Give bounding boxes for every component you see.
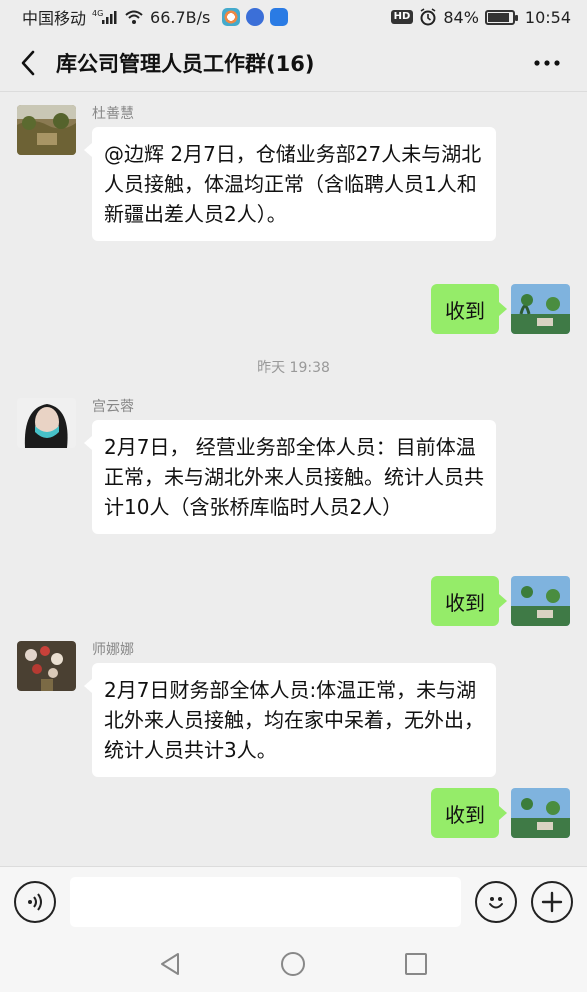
back-button[interactable] xyxy=(0,34,56,92)
avatar[interactable] xyxy=(17,398,76,448)
system-nav-bar xyxy=(0,936,587,992)
avatar[interactable] xyxy=(17,641,76,691)
chevron-left-icon xyxy=(21,50,35,75)
hd-badge: HD xyxy=(390,10,414,24)
wifi-icon xyxy=(124,9,144,25)
avatar[interactable] xyxy=(511,788,570,838)
incoming-message: 师娜娜 2月7日财务部全体人员:体温正常，未与湖北外来人员接触，均在家中呆着，无… xyxy=(17,641,496,777)
status-right: HD 84% 10:54 xyxy=(390,7,571,27)
message-bubble[interactable]: 2月7日， 经营业务部全体人员：目前体温正常，未与湖北外来人员接触。统计人员共计… xyxy=(84,420,496,534)
status-left: 中国移动 4G 66.7B/s xyxy=(22,5,391,29)
incoming-message: 杜善慧 @边辉 2月7日，仓储业务部27人未与湖北人员接触，体温均正常（含临聘人… xyxy=(17,105,496,241)
square-recents-icon xyxy=(404,953,427,975)
triangle-back-icon xyxy=(161,953,180,975)
incoming-message: 宫云蓉 2月7日， 经营业务部全体人员：目前体温正常，未与湖北外来人员接触。统计… xyxy=(17,398,496,534)
nav-home-button[interactable] xyxy=(278,949,308,979)
message-body: 宫云蓉 2月7日， 经营业务部全体人员：目前体温正常，未与湖北外来人员接触。统计… xyxy=(84,398,496,534)
nav-back-button[interactable] xyxy=(156,949,186,979)
message-bubble[interactable]: 收到 xyxy=(431,284,507,334)
timestamp: 昨天 19:38 xyxy=(257,360,330,376)
emoji-icon xyxy=(489,896,503,908)
circle-home-icon xyxy=(281,952,306,976)
voice-button[interactable] xyxy=(14,880,56,923)
battery-icon xyxy=(484,9,518,25)
avatar[interactable] xyxy=(17,105,76,155)
more-options-button[interactable] xyxy=(507,34,587,92)
clock: 10:54 xyxy=(524,7,571,27)
emoji-button[interactable] xyxy=(475,880,517,923)
music-app-icon xyxy=(246,8,265,26)
chat-message-list[interactable]: 杜善慧 @边辉 2月7日，仓储业务部27人未与湖北人员接触，体温均正常（含临聘人… xyxy=(0,92,587,866)
message-bubble[interactable]: 收到 xyxy=(431,576,507,626)
app-notification-icon xyxy=(222,8,241,26)
nav-recents-button[interactable] xyxy=(401,949,431,979)
outgoing-message: 收到 xyxy=(431,576,570,626)
status-bar: 中国移动 4G 66.7B/s HD 84% 10:54 xyxy=(0,0,587,34)
message-input[interactable] xyxy=(70,876,461,927)
message-bubble[interactable]: 2月7日财务部全体人员:体温正常，未与湖北外来人员接触，均在家中呆着，无外出，统… xyxy=(84,663,496,777)
message-body: 杜善慧 @边辉 2月7日，仓储业务部27人未与湖北人员接触，体温均正常（含临聘人… xyxy=(84,105,496,241)
sender-name: 师娜娜 xyxy=(92,642,134,658)
sender-name: 宫云蓉 xyxy=(92,399,134,415)
outgoing-message: 收到 xyxy=(431,284,570,334)
avatar[interactable] xyxy=(511,576,570,626)
carrier-name: 中国移动 xyxy=(22,9,87,28)
message-bubble[interactable]: @边辉 2月7日，仓储业务部27人未与湖北人员接触，体温均正常（含临聘人员1人和… xyxy=(84,127,496,241)
plus-icon xyxy=(541,891,563,912)
message-bubble[interactable]: 收到 xyxy=(431,788,507,838)
outgoing-message: 收到 xyxy=(431,788,570,838)
voice-icon xyxy=(28,892,42,911)
avatar[interactable] xyxy=(511,284,570,334)
more-icon xyxy=(534,59,560,66)
sender-name: 杜善慧 xyxy=(92,106,134,122)
page-title: 库公司管理人员工作群(16) xyxy=(56,51,315,76)
message-body: 师娜娜 2月7日财务部全体人员:体温正常，未与湖北外来人员接触，均在家中呆着，无… xyxy=(84,641,496,777)
signal-icon: 4G xyxy=(92,9,118,25)
add-attachment-button[interactable] xyxy=(531,880,573,923)
battery-percent: 84% xyxy=(443,7,479,27)
input-bar xyxy=(0,866,587,936)
network-speed: 66.7B/s xyxy=(150,7,211,27)
chat-header: 库公司管理人员工作群(16) xyxy=(0,34,587,92)
alarm-icon xyxy=(419,8,437,26)
svg-text:4G: 4G xyxy=(92,9,103,18)
kugou-app-icon xyxy=(270,8,289,26)
